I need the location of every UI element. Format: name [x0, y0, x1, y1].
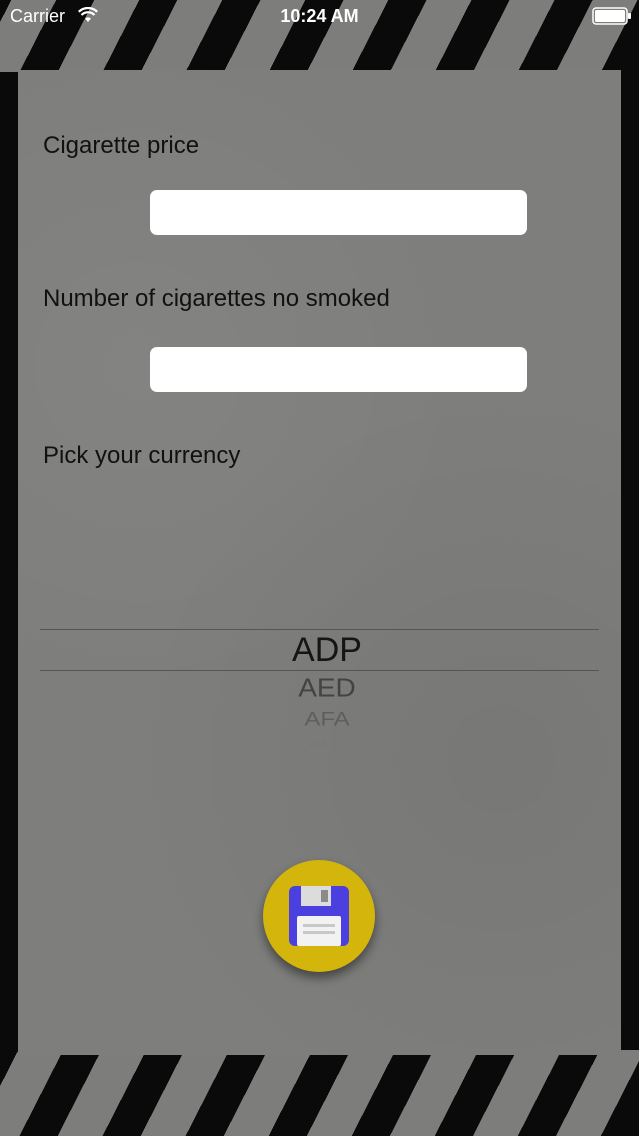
- picker-option[interactable]: AFN: [40, 738, 614, 750]
- picker-option[interactable]: AED: [40, 673, 614, 702]
- picker-selection-top-line: [40, 629, 599, 630]
- price-input[interactable]: [150, 190, 527, 235]
- status-time: 10:24 AM: [280, 6, 359, 26]
- floppy-disk-icon: [289, 886, 349, 946]
- count-input[interactable]: [150, 347, 527, 392]
- currency-label: Pick your currency: [43, 442, 241, 469]
- bottom-film-stripes: [0, 1050, 639, 1136]
- picker-option[interactable]: AFA: [40, 709, 614, 731]
- save-button[interactable]: [263, 860, 375, 972]
- count-label: Number of cigarettes no smoked: [43, 285, 390, 312]
- picker-selection-bottom-line: [40, 670, 599, 671]
- battery-icon: [592, 7, 632, 30]
- screen: Carrier 10:24 AM Cigarette price Number …: [0, 0, 639, 1136]
- price-label: Cigarette price: [43, 132, 200, 159]
- picker-option-selected[interactable]: ADP: [40, 631, 614, 670]
- currency-picker[interactable]: ADP AED AFA AFN: [40, 620, 599, 760]
- status-bar: Carrier 10:24 AM: [0, 0, 639, 34]
